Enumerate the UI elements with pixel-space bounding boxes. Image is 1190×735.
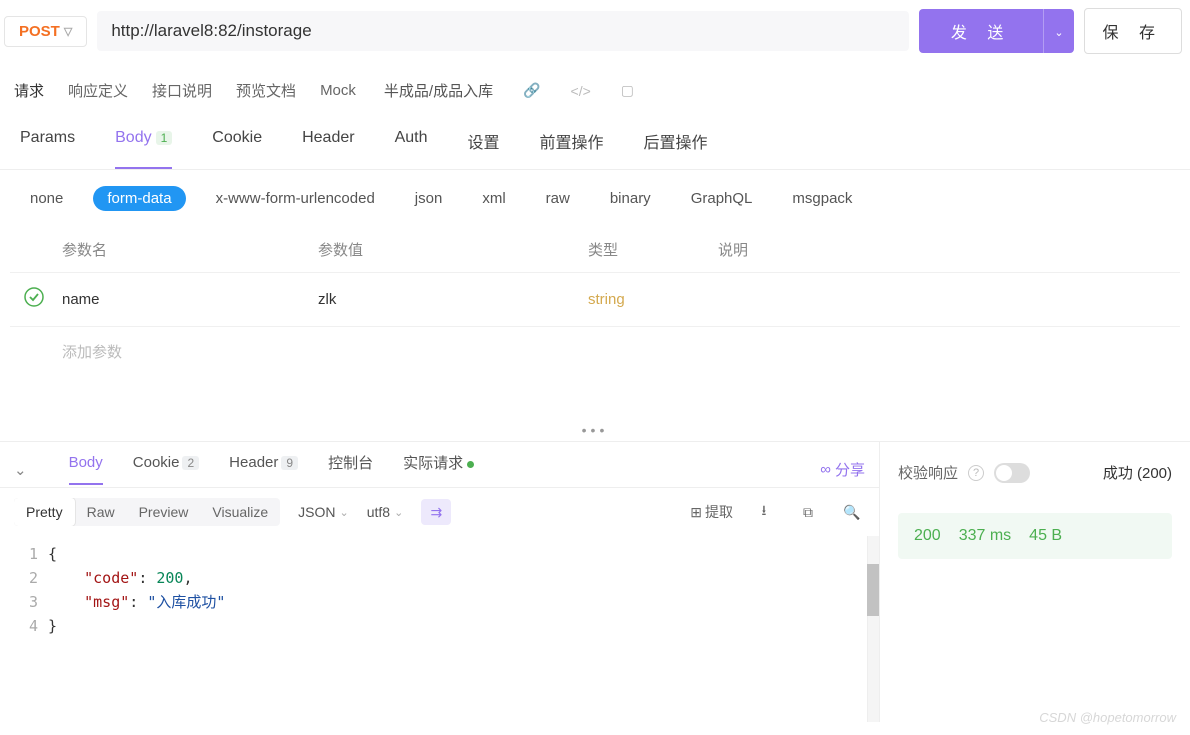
param-name[interactable]: name [58, 291, 318, 308]
resp-tab-header[interactable]: Header9 [229, 454, 298, 485]
view-raw[interactable]: Raw [75, 498, 127, 526]
col-value: 参数值 [318, 239, 588, 260]
extract-button[interactable]: ⊞提取 [690, 502, 733, 522]
tab-header[interactable]: Header [302, 129, 354, 169]
save-button[interactable]: 保 存 [1084, 8, 1182, 54]
col-type: 类型 [588, 239, 718, 260]
body-type-json[interactable]: json [405, 186, 453, 211]
view-visualize[interactable]: Visualize [200, 498, 280, 526]
url-input[interactable] [97, 11, 909, 51]
sub-tab-mock[interactable]: Mock [320, 82, 356, 99]
help-icon[interactable]: ? [968, 465, 984, 481]
response-time: 337 ms [959, 527, 1011, 545]
search-icon[interactable]: 🔍 [839, 499, 865, 525]
resp-tab-console[interactable]: 控制台 [328, 452, 373, 487]
download-icon[interactable]: ⭳ [751, 499, 777, 525]
api-title: 半成品/成品入库 [384, 80, 493, 101]
body-type-binary[interactable]: binary [600, 186, 661, 211]
params-header: 参数名 参数值 类型 说明 [10, 227, 1180, 272]
chevron-down-icon: ▽ [64, 25, 72, 38]
response-size: 45 B [1029, 527, 1062, 545]
wrap-icon[interactable]: ⇉ [421, 499, 451, 525]
sub-tab-api-desc[interactable]: 接口说明 [152, 80, 212, 101]
tab-settings[interactable]: 设置 [468, 129, 500, 169]
param-type[interactable]: string [588, 291, 718, 308]
method-select[interactable]: POST ▽ [4, 16, 87, 47]
col-desc: 说明 [718, 239, 1180, 260]
status-code: 200 [914, 527, 941, 545]
check-success: 成功 (200) [1103, 462, 1172, 483]
resp-badge: 2 [182, 456, 199, 470]
resp-tab-body[interactable]: Body [69, 454, 103, 485]
line-gutter: 1234 [0, 536, 48, 722]
chevron-down-icon: ⌄ [340, 506, 349, 519]
check-toggle[interactable] [994, 463, 1030, 483]
status-stats: 200 337 ms 45 B [898, 513, 1172, 559]
body-type-xml[interactable]: xml [472, 186, 515, 211]
body-type-raw[interactable]: raw [536, 186, 580, 211]
panel-icon[interactable]: ▢ [621, 82, 634, 99]
share-button[interactable]: ∞分享 [820, 459, 865, 480]
param-row[interactable]: name zlk string [10, 272, 1180, 326]
add-param-row[interactable]: 添加参数 [10, 326, 1180, 376]
code-icon[interactable]: </> [571, 83, 591, 99]
tab-badge: 1 [156, 131, 173, 145]
tab-body[interactable]: Body1 [115, 129, 172, 169]
resp-tab-cookie[interactable]: Cookie2 [133, 454, 199, 485]
tab-post-action[interactable]: 后置操作 [644, 129, 708, 169]
encoding-select[interactable]: utf8⌄ [367, 504, 404, 520]
resize-handle[interactable]: ••• [0, 422, 1190, 442]
code-content[interactable]: { "code": 200, "msg": "入库成功" } [48, 536, 879, 722]
share-icon: ∞ [820, 461, 831, 478]
sub-tab-preview[interactable]: 预览文档 [236, 80, 296, 101]
body-type-graphql[interactable]: GraphQL [681, 186, 763, 211]
collapse-chevron-icon[interactable]: ⌄ [14, 461, 27, 479]
watermark: CSDN @hopetomorrow [1039, 710, 1176, 725]
link-icon[interactable]: 🔗 [523, 82, 540, 99]
tab-pre-action[interactable]: 前置操作 [540, 129, 604, 169]
tab-params[interactable]: Params [20, 129, 75, 169]
format-select[interactable]: JSON⌄ [298, 504, 349, 520]
resp-tab-actual[interactable]: 实际请求 [403, 452, 474, 487]
view-pretty[interactable]: Pretty [14, 498, 75, 526]
send-dropdown[interactable]: ⌄ [1043, 9, 1073, 53]
body-type-urlencoded[interactable]: x-www-form-urlencoded [206, 186, 385, 211]
copy-icon[interactable]: ⧉ [795, 499, 821, 525]
send-button[interactable]: 发 送 [919, 9, 1043, 53]
method-label: POST [19, 23, 60, 40]
dot-icon [467, 461, 474, 468]
tab-cookie[interactable]: Cookie [212, 129, 262, 169]
check-icon[interactable] [24, 291, 44, 311]
body-type-none[interactable]: none [20, 186, 73, 211]
extract-icon: ⊞ [690, 504, 702, 521]
body-type-form-data[interactable]: form-data [93, 186, 185, 211]
view-preview[interactable]: Preview [127, 498, 201, 526]
check-label: 校验响应 [898, 462, 958, 483]
response-body[interactable]: 1234 { "code": 200, "msg": "入库成功" } [0, 536, 879, 722]
chevron-down-icon: ⌄ [394, 506, 403, 519]
resp-badge: 9 [281, 456, 298, 470]
body-type-msgpack[interactable]: msgpack [782, 186, 862, 211]
sub-tab-response-def[interactable]: 响应定义 [68, 80, 128, 101]
chevron-down-icon: ⌄ [1054, 27, 1063, 39]
tab-auth[interactable]: Auth [395, 129, 428, 169]
col-name: 参数名 [58, 239, 318, 260]
sub-tab-request[interactable]: 请求 [14, 80, 44, 101]
param-value[interactable]: zlk [318, 291, 588, 308]
scrollbar-thumb[interactable] [867, 564, 879, 616]
